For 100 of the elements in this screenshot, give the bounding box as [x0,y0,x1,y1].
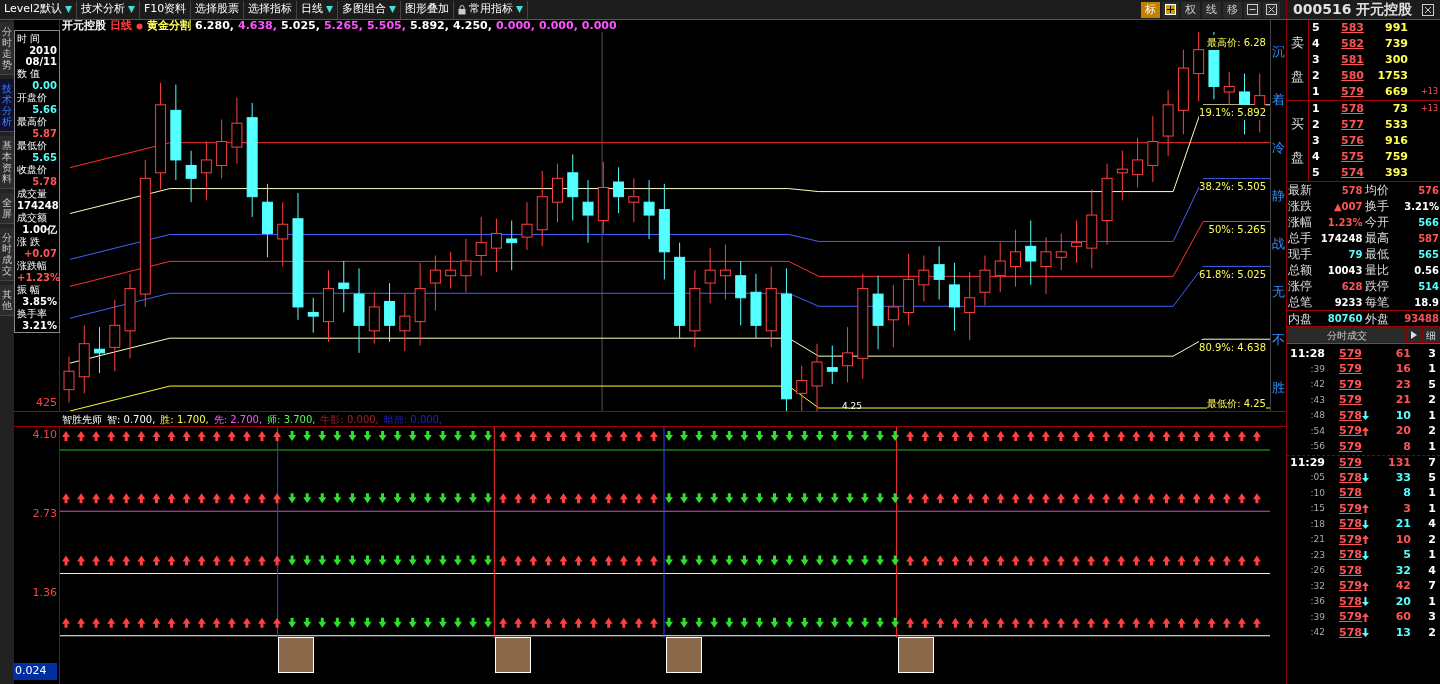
side-tab[interactable]: 技术分析 [0,79,14,132]
trade-time: :56 [1309,440,1326,453]
candle [887,284,899,348]
trade-price: 578 [1339,562,1362,579]
toolbar-menu-button[interactable]: 技术分析 [77,0,141,19]
toolbar-menu-button[interactable]: 选择股票 [191,0,245,19]
stat-label: 今开 [1364,214,1389,231]
toolbar-menu-button[interactable]: F10资料 [140,0,192,19]
info-value: 5.87 [31,128,57,139]
trade-time: :39 [1309,362,1326,376]
trade-price: 578 [1339,407,1362,424]
info-value: 5.78 [31,176,57,187]
trade-volume: 42 [1394,578,1411,594]
info-value: 5.66 [31,104,57,115]
toolbar-menu-button[interactable]: 图形叠加 [401,0,455,19]
candle [216,119,228,179]
trade-time: :32 [1309,579,1326,593]
candle [735,260,747,326]
order-level: 4 [1312,148,1321,165]
toolbar-menu-button[interactable]: 日线 [297,0,339,19]
info-label: 涨跌幅 [17,259,48,272]
trade-count: 4 [1427,562,1436,579]
axis-value-box: 0.024 [13,663,57,680]
toolbar-menu-button[interactable]: 多图组合 [338,0,402,19]
trade-price: 579 [1339,438,1362,455]
candle [63,356,75,403]
trade-volume: 21 [1394,392,1411,408]
order-level: 5 [1312,164,1321,181]
axis-label: 2.73 [32,505,57,522]
candle [1116,150,1128,201]
candle [1055,232,1067,271]
trade-volume: 21 [1394,516,1411,532]
chart-tool-button[interactable] [1263,1,1280,18]
chart-tool-button[interactable] [1244,1,1261,18]
toolbar-menu-button[interactable]: 常用指标 [454,0,529,19]
indicator-value: 0.000, [495,20,535,32]
stat-label: 跌停 [1364,278,1389,295]
stat-value: 1.23% [1327,215,1363,230]
toolbar-menu-button[interactable]: Level2默认 [0,0,78,19]
toolbar-menu-button[interactable]: 选择指标 [244,0,298,19]
stat-value: 93488 [1404,312,1439,326]
side-tab[interactable]: 全屏 [0,193,14,224]
trade-count: 5 [1427,376,1436,393]
side-tab[interactable]: 分时成交 [0,228,14,281]
trade-time: :42 [1309,378,1326,391]
close-icon[interactable] [1422,3,1434,16]
info-value: 5.65 [31,152,57,163]
chart-tool-button[interactable] [1162,1,1179,18]
info-label: 成交量 [17,187,48,200]
side-tab[interactable]: 其他 [0,285,14,316]
order-volume: 669 [1384,83,1408,100]
trade-price: 579 [1339,376,1362,393]
fibonacci-level-label: 最低价: 4.25 [1207,396,1266,411]
indicator-value: 师: 3.700, [267,412,316,427]
next-button[interactable] [1406,327,1422,343]
trade-time: :26 [1309,564,1326,577]
order-side-label: 卖 [1291,34,1304,53]
close-icon [1266,4,1277,15]
info-value: 08/11 [24,56,57,67]
stat-value: 79 [1348,247,1363,262]
candle [552,163,563,223]
trade-time: 11:28 [1289,345,1326,362]
trade-price: 579 [1339,345,1362,362]
chart-tool-button[interactable]: 移 [1223,1,1242,18]
grid-plus-icon [1165,4,1176,15]
trade-volume: 13 [1394,624,1411,641]
play-icon [1411,331,1417,339]
trade-price: 579 [1339,392,1362,408]
candle [964,271,976,341]
candle [506,220,518,271]
order-price: 581 [1340,51,1364,68]
chart-tool-button[interactable]: 权 [1181,1,1200,18]
chart-tool-button[interactable]: 线 [1202,1,1221,18]
trade-volume: 5 [1402,547,1411,563]
info-value: 1.00亿 [21,224,57,235]
order-volume: 759 [1384,148,1408,165]
stat-value: 587 [1418,231,1439,246]
trade-count: 3 [1427,609,1436,625]
candle [490,218,502,273]
candle [78,324,90,394]
trade-volume: 16 [1394,361,1411,377]
side-tab[interactable]: 基本资料 [0,136,14,189]
trade-count: 2 [1427,423,1436,439]
candle [750,273,762,339]
trade-price: 579 [1339,500,1362,517]
stat-value: 0.56 [1414,263,1439,278]
trade-volume: 8 [1402,485,1411,501]
trade-time: :23 [1309,548,1326,562]
info-value: 2010 [28,45,57,56]
trade-count: 2 [1427,624,1436,641]
indicator-value: 牛影: 0.000, [320,412,379,427]
candle [1025,220,1037,286]
stat-value: 9233 [1334,295,1363,310]
trade-volume: 60 [1394,609,1411,625]
side-tab[interactable]: 分时走势 [0,22,14,75]
stat-value: 566 [1418,215,1439,230]
trade-volume: 3 [1402,500,1411,517]
detail-button[interactable]: 细 [1422,327,1440,343]
order-price: 574 [1340,164,1364,181]
trades-tab[interactable]: 分时成交 [1287,327,1406,343]
